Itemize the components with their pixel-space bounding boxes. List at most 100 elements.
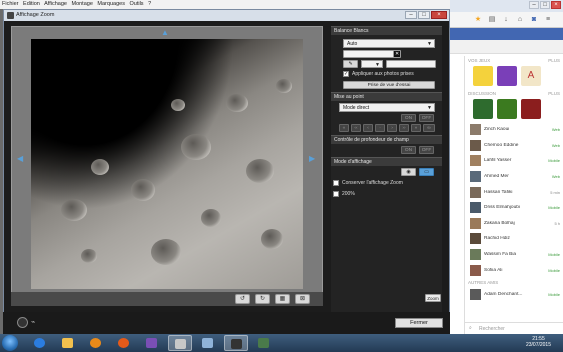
contact-status: Web: [551, 127, 560, 133]
chat-search-input[interactable]: ⌕ Rechercher: [465, 322, 563, 334]
taskbar-folder-icon[interactable]: [56, 335, 80, 351]
focus-near3-icon[interactable]: »: [411, 124, 421, 132]
test-shot-button[interactable]: Prise de vue d'essai: [343, 81, 435, 89]
menu-item[interactable]: Edition: [23, 1, 40, 7]
focus-mode-select[interactable]: Mode direct ▼: [339, 103, 435, 112]
chat-icon[interactable]: ◙: [530, 16, 538, 24]
taskbar-zoom-icon[interactable]: [168, 335, 192, 351]
focus-far1-icon[interactable]: ‹: [363, 124, 373, 132]
menu-item[interactable]: Outils: [129, 1, 143, 7]
focus-off-button[interactable]: OFF: [419, 114, 434, 122]
wb-shift-select[interactable]: ▼: [361, 60, 383, 68]
dof-off-button[interactable]: OFF: [419, 146, 434, 154]
contact-row[interactable]: Ahmed Mer Web: [465, 169, 563, 185]
grid-icon[interactable]: ▦: [275, 294, 290, 304]
game-candy-icon[interactable]: [473, 66, 493, 86]
close-icon[interactable]: ×: [431, 11, 447, 19]
maximize-icon[interactable]: □: [418, 11, 430, 19]
clipboard-icon[interactable]: ▤: [488, 16, 496, 24]
dof-on-button[interactable]: ON: [401, 146, 416, 154]
apply-to-shots-checkbox[interactable]: ✓ Appliquer aux photos prises: [343, 71, 414, 77]
minimize-icon[interactable]: –: [405, 11, 417, 19]
taskbar-app-icon[interactable]: [140, 335, 164, 351]
contact-name: Chemoo Eddine: [484, 142, 519, 148]
close-icon[interactable]: ×: [551, 1, 561, 9]
taskbar-media-icon[interactable]: [84, 335, 108, 351]
star-icon[interactable]: ★: [474, 16, 482, 24]
contact-row[interactable]: Driss Elmahjoubi Mobile: [465, 200, 563, 216]
checkbox-checked-icon[interactable]: ✓: [343, 71, 349, 77]
game-farm-icon[interactable]: [473, 99, 493, 119]
camera-mode-icon[interactable]: ◉: [401, 168, 416, 176]
start-icon[interactable]: [2, 335, 18, 351]
menu-icon[interactable]: ≡: [544, 16, 552, 24]
taskbar-window-icon[interactable]: [196, 335, 220, 351]
contact-row[interactable]: Wassim Fa Bia Mobile: [465, 247, 563, 263]
focus-far2-icon[interactable]: ‹‹: [351, 124, 361, 132]
more-link[interactable]: PLUS: [548, 58, 560, 63]
pan-left-icon[interactable]: ◀: [17, 155, 23, 163]
wb-close-icon[interactable]: ✕: [393, 50, 401, 58]
wb-value-field[interactable]: [386, 60, 436, 68]
rotate-right-icon[interactable]: ↻: [255, 294, 270, 304]
checkbox-icon[interactable]: [333, 191, 339, 197]
menu-item[interactable]: ?: [148, 1, 151, 7]
white-balance-select[interactable]: Auto ▼: [343, 39, 435, 48]
pan-right-icon[interactable]: ▶: [309, 155, 315, 163]
contact-row[interactable]: Lahfil Yasser Mobile: [465, 153, 563, 169]
minimize-icon[interactable]: –: [529, 1, 539, 9]
home-icon[interactable]: ⌂: [516, 16, 524, 24]
taskbar-ie-icon[interactable]: [28, 335, 52, 351]
close-button[interactable]: Fermer: [395, 318, 443, 328]
zoom-200-checkbox[interactable]: 200%: [333, 191, 355, 197]
focus-near2-icon[interactable]: ››: [399, 124, 409, 132]
contact-row[interactable]: Chemoo Eddine Web: [465, 138, 563, 154]
maximize-icon[interactable]: □: [540, 1, 550, 9]
contact-row[interactable]: Hassan Tafiki 5 min: [465, 184, 563, 200]
aspect-icon[interactable]: ⊠: [295, 294, 310, 304]
contact-status: 5 min: [550, 189, 560, 195]
focus-far3-icon[interactable]: «: [339, 124, 349, 132]
focus-infinity-icon[interactable]: ∞: [423, 124, 435, 132]
game-garden-icon[interactable]: [497, 99, 517, 119]
avatar: [470, 186, 481, 198]
more-link[interactable]: PLUS: [548, 91, 560, 96]
taskbar-camera-icon[interactable]: [224, 335, 248, 351]
menu-item[interactable]: Marquages: [97, 1, 125, 7]
focus-section: Mise au point: [331, 92, 442, 101]
contact-status: Mobile: [548, 267, 560, 273]
contact-row[interactable]: Zakaria Bolhaj 5 h: [465, 216, 563, 232]
screen-mode-icon[interactable]: ▭: [419, 168, 434, 176]
live-view-image[interactable]: [31, 39, 303, 289]
keep-zoom-checkbox[interactable]: Conserver l'affichage Zoom: [333, 180, 403, 186]
settings-dial-icon[interactable]: [17, 317, 28, 328]
display-mode-section: Mode d'affichage: [331, 157, 442, 166]
wb-field[interactable]: [343, 50, 399, 58]
eyedropper-icon[interactable]: ✎: [343, 60, 358, 68]
pan-up-icon[interactable]: ▲: [161, 29, 169, 37]
others-section-header: AUTRES AMIS: [465, 278, 563, 287]
focus-near1-icon[interactable]: ›: [387, 124, 397, 132]
browser-tabs-strip: [450, 40, 563, 54]
focus-center-icon[interactable]: ·: [375, 124, 385, 132]
taskbar-firefox-icon[interactable]: [112, 335, 136, 351]
game-words-icon[interactable]: A: [521, 66, 541, 86]
game-bubble-icon[interactable]: [497, 66, 517, 86]
contact-row[interactable]: Adam Denchant... Mobile: [465, 287, 563, 303]
contact-row[interactable]: Zinch Kaoui Web: [465, 122, 563, 138]
download-icon[interactable]: ↓: [502, 16, 510, 24]
focus-on-button[interactable]: ON: [401, 114, 416, 122]
taskbar-utility-icon[interactable]: [252, 335, 276, 351]
browser-toolbar: ★ ▤ ↓ ⌂ ◙ ≡: [450, 12, 563, 28]
menu-item[interactable]: Affichage: [44, 1, 67, 7]
game-darts-icon[interactable]: [521, 99, 541, 119]
dialog-titlebar: Affichage Zoom – □ ×: [4, 10, 449, 21]
rotate-left-icon[interactable]: ↺: [235, 294, 250, 304]
menu-item[interactable]: Fichier: [2, 1, 19, 7]
checkbox-icon[interactable]: [333, 180, 339, 186]
contact-row[interactable]: Sofiia Ali Mobile: [465, 262, 563, 278]
clock[interactable]: 21:55 23/07/2015: [526, 336, 551, 348]
menu-item[interactable]: Montage: [71, 1, 92, 7]
contact-row[interactable]: Rachid Hdiz: [465, 231, 563, 247]
contact-status: Mobile: [548, 205, 560, 211]
